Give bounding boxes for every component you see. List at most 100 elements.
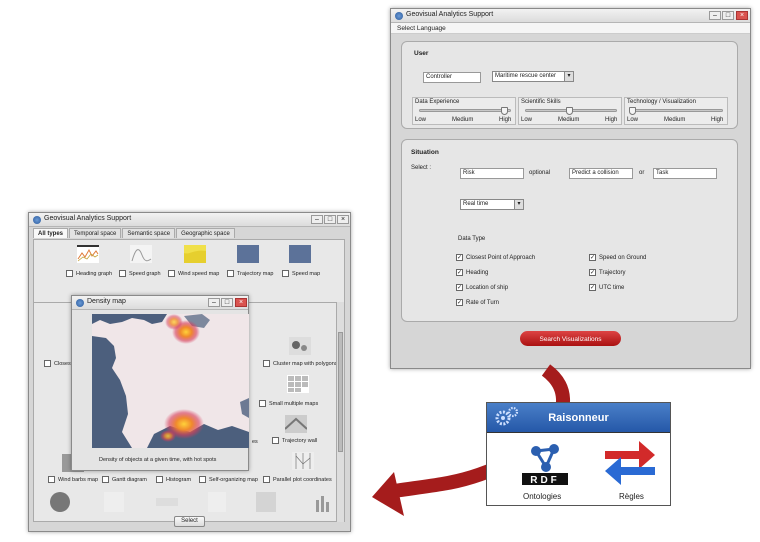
item-trajectory-wall[interactable]: Trajectory wall: [272, 437, 317, 445]
item-wind-speed-map[interactable]: Wind speed map: [168, 270, 219, 278]
catalog-scrollbar[interactable]: [336, 302, 344, 522]
checkbox-speed-on-ground[interactable]: ✓ Speed on Ground: [589, 254, 646, 262]
checkbox-icon: [227, 270, 234, 277]
tab-all-types[interactable]: All types: [33, 228, 69, 238]
checkbox-label: Heading: [466, 270, 489, 276]
data-experience-label: Data Experience: [415, 99, 460, 105]
checkbox-trajectory[interactable]: ✓ Trajectory: [589, 269, 625, 277]
reasoner-header: Raisonneur: [487, 403, 670, 433]
data-experience-slider[interactable]: [501, 107, 508, 115]
checkbox-icon: [263, 476, 270, 483]
app-icon: [76, 299, 84, 307]
density-window-title: Density map: [87, 298, 126, 305]
high-label: High: [499, 117, 512, 123]
item-histogram[interactable]: Histogram: [156, 476, 191, 484]
checkbox-utc-time[interactable]: ✓ UTC time: [589, 284, 624, 292]
medium-label: Medium: [452, 117, 474, 123]
item-speed-graph[interactable]: Speed graph: [119, 270, 161, 278]
item-trajectory-map[interactable]: Trajectory map: [227, 270, 273, 278]
maximize-icon[interactable]: □: [221, 298, 233, 307]
check-icon: ✓: [456, 284, 463, 291]
checkbox-icon: [168, 270, 175, 277]
item-label: Self-organizing map: [209, 477, 258, 483]
close-icon[interactable]: ×: [736, 11, 748, 20]
checkbox-label: Trajectory: [599, 270, 626, 276]
risk-field[interactable]: Risk: [460, 168, 524, 179]
tab-semantic-space[interactable]: Semantic space: [122, 228, 176, 238]
technology-visualization-slider[interactable]: [629, 107, 636, 115]
item-label: Gantt diagram: [112, 477, 147, 483]
item-heading-graph[interactable]: Heading graph: [66, 270, 112, 278]
item-label: Speed map: [292, 271, 321, 277]
check-icon: ✓: [589, 284, 596, 291]
close-icon[interactable]: ×: [337, 215, 349, 224]
predict-field[interactable]: Predict a collision: [569, 168, 633, 179]
checkbox-icon: [102, 476, 109, 483]
medium-label: Medium: [558, 117, 580, 123]
user-panel: User Controller Maritime rescue center ▾…: [401, 41, 738, 129]
check-icon: ✓: [456, 269, 463, 276]
role-field[interactable]: Controller: [423, 72, 481, 83]
item-label: Parallel plot coordinates: [273, 477, 332, 483]
check-icon: ✓: [589, 269, 596, 276]
tab-temporal-space[interactable]: Temporal space: [69, 228, 122, 238]
catalog-window-title: Geovisual Analytics Support: [44, 215, 132, 222]
partial-label: es: [252, 439, 258, 445]
close-icon[interactable]: ×: [235, 298, 247, 307]
minimize-icon[interactable]: –: [709, 11, 721, 20]
item-label: Wind barbs map: [58, 477, 99, 483]
tab-bar: All types Temporal space Semantic space …: [33, 228, 236, 239]
density-map[interactable]: [92, 314, 249, 448]
select-button[interactable]: Select: [174, 516, 205, 527]
item-small-multiple-maps[interactable]: Small multiple maps: [259, 400, 318, 408]
ontologies-label: Ontologies: [523, 492, 562, 501]
organization-select[interactable]: Maritime rescue center ▾: [492, 71, 574, 82]
maximize-icon[interactable]: □: [324, 215, 336, 224]
item-wind-barbs-map[interactable]: Wind barbs map: [48, 476, 98, 484]
wind-speed-map-thumb: [184, 245, 206, 263]
checkbox-closest-point[interactable]: ✓ Closest Point of Approach: [456, 254, 535, 262]
rules-label: Règles: [619, 492, 644, 501]
item-closest[interactable]: Closest: [44, 360, 72, 368]
checkbox-label: Location of ship: [466, 285, 509, 291]
density-caption: Density of objects at a given time, with…: [99, 457, 217, 463]
medium-label: Medium: [664, 117, 686, 123]
scientific-skills-label: Scientific Skills: [521, 99, 561, 105]
high-label: High: [605, 117, 618, 123]
checkbox-heading[interactable]: ✓ Heading: [456, 269, 488, 277]
minimize-icon[interactable]: –: [311, 215, 323, 224]
check-icon: ✓: [456, 254, 463, 261]
main-titlebar: Geovisual Analytics Support – □ ×: [391, 9, 750, 23]
minimize-icon[interactable]: –: [208, 298, 220, 307]
search-visualizations-button[interactable]: Search Visualizations: [520, 331, 621, 346]
tab-geographic-space[interactable]: Geographic space: [176, 228, 235, 238]
checkbox-icon: [119, 270, 126, 277]
user-heading: User: [414, 50, 429, 57]
heading-graph-thumb: [77, 245, 99, 263]
item-gantt-diagram[interactable]: Gantt diagram: [102, 476, 147, 484]
item-cluster-map-with-polygons[interactable]: Cluster map with polygons: [263, 360, 338, 368]
item-self-organizing-map[interactable]: Self-organizing map: [199, 476, 258, 484]
menu-select-language[interactable]: Select Language: [391, 23, 750, 34]
time-select[interactable]: Real time ▾: [460, 199, 524, 210]
low-label: Low: [415, 117, 427, 123]
checkbox-icon: [156, 476, 163, 483]
item-speed-map[interactable]: Speed map: [282, 270, 320, 278]
reasoner-panel: Raisonneur RDF Ontologies Règles: [486, 402, 671, 506]
checkbox-rate-of-turn[interactable]: ✓ Rate of Turn: [456, 299, 499, 307]
rules-arrows-icon: [605, 441, 655, 485]
checkbox-location-of-ship[interactable]: ✓ Location of ship: [456, 284, 508, 292]
checkbox-label: Rate of Turn: [466, 300, 500, 306]
checkbox-icon: [199, 476, 206, 483]
chevron-down-icon: ▾: [564, 72, 573, 81]
maximize-icon[interactable]: □: [722, 11, 734, 20]
scientific-skills-slider[interactable]: [566, 107, 573, 115]
task-field[interactable]: Task: [653, 168, 717, 179]
chevron-down-icon: ▾: [514, 200, 523, 209]
item-parallel-plot-coordinates[interactable]: Parallel plot coordinates: [263, 476, 332, 484]
check-icon: ✓: [589, 254, 596, 261]
item-label: Closest: [54, 361, 73, 367]
speed-graph-thumb: [130, 245, 152, 263]
scrollbar-thumb[interactable]: [338, 332, 343, 452]
item-label: Cluster map with polygons: [273, 361, 338, 367]
